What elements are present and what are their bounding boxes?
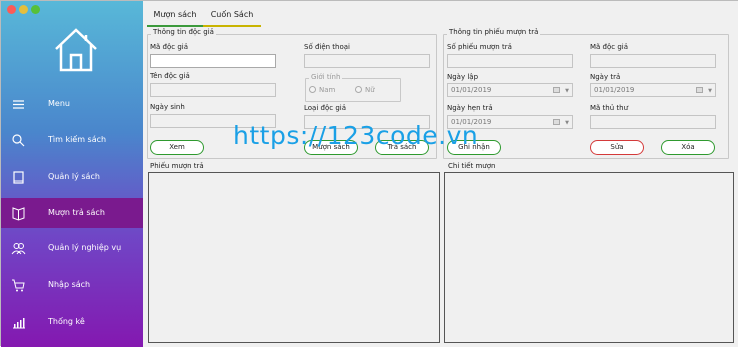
- app-window: Menu Tìm kiếm sách Quản lý sách Mượn trả…: [0, 0, 738, 347]
- loan-reader-id-label: Mã độc giả: [590, 43, 629, 51]
- edit-button[interactable]: Sửa: [590, 140, 644, 155]
- sidebar-item-import-books[interactable]: Nhập sách: [1, 270, 143, 300]
- phone-input[interactable]: [304, 54, 430, 68]
- librarian-id-input[interactable]: [590, 115, 716, 129]
- calendar-icon: [696, 87, 703, 93]
- reader-id-input[interactable]: [150, 54, 276, 68]
- cart-icon: [11, 278, 26, 293]
- sidebar-item-search-books[interactable]: Tìm kiếm sách: [1, 125, 143, 155]
- sidebar-item-menu[interactable]: Menu: [1, 89, 143, 119]
- sidebar: Menu Tìm kiếm sách Quản lý sách Mượn trả…: [1, 1, 143, 347]
- loan-details-grid[interactable]: [444, 172, 734, 343]
- reader-type-label: Loại độc giả: [304, 104, 346, 112]
- sidebar-item-label: Nhập sách: [48, 280, 91, 289]
- birth-date-label: Ngày sinh: [150, 103, 185, 111]
- open-book-icon: [11, 206, 26, 221]
- return-date-label: Ngày trả: [590, 73, 621, 81]
- loan-slips-label: Phiếu mượn trả: [150, 162, 204, 170]
- reader-id-label: Mã độc giả: [150, 43, 189, 51]
- chevron-down-icon: ▼: [565, 88, 569, 94]
- search-icon: [11, 133, 26, 148]
- sidebar-item-operations[interactable]: Quản lý nghiệp vụ: [1, 233, 143, 263]
- gender-female-label: Nữ: [365, 86, 375, 94]
- sidebar-item-borrow-return[interactable]: Mượn trả sách: [1, 198, 143, 228]
- view-button[interactable]: Xem: [150, 140, 204, 155]
- sidebar-item-manage-books[interactable]: Quản lý sách: [1, 162, 143, 192]
- gender-male-radio[interactable]: Nam: [309, 86, 335, 94]
- librarian-id-label: Mã thủ thư: [590, 104, 629, 112]
- loan-details-label: Chi tiết mượn: [448, 162, 496, 170]
- gender-label: Giới tính: [309, 73, 343, 81]
- loan-slips-grid[interactable]: [148, 172, 440, 343]
- sidebar-item-label: Quản lý nghiệp vụ: [48, 243, 122, 252]
- created-date-label: Ngày lập: [447, 73, 479, 81]
- sidebar-item-label: Tìm kiếm sách: [48, 135, 107, 144]
- tab-borrow-books[interactable]: Mượn sách: [147, 5, 203, 27]
- return-date-value: 01/01/2019: [594, 86, 635, 94]
- calendar-icon: [553, 119, 560, 125]
- reader-info-title: Thông tin độc giả: [151, 28, 216, 36]
- loan-info-title: Thông tin phiếu mượn trả: [447, 28, 541, 36]
- gender-male-label: Nam: [319, 86, 336, 94]
- chevron-down-icon: ▼: [565, 120, 569, 126]
- gender-female-radio[interactable]: Nữ: [355, 86, 375, 94]
- sidebar-item-label: Mượn trả sách: [48, 208, 105, 217]
- book-icon: [11, 170, 26, 185]
- home-icon[interactable]: [53, 27, 99, 73]
- sidebar-item-label: Quản lý sách: [48, 172, 100, 181]
- created-date-value: 01/01/2019: [451, 86, 492, 94]
- delete-button[interactable]: Xóa: [661, 140, 715, 155]
- minimize-window-button[interactable]: [19, 5, 28, 14]
- watermark-text: https://123code.vn: [233, 121, 479, 150]
- return-date-picker[interactable]: 01/01/2019 ▼: [590, 83, 716, 97]
- bar-chart-icon: [11, 315, 26, 330]
- users-icon: [11, 241, 26, 256]
- reader-name-input[interactable]: [150, 83, 276, 97]
- maximize-window-button[interactable]: [31, 5, 40, 14]
- hamburger-icon: [11, 97, 26, 112]
- sidebar-item-label: Menu: [48, 99, 70, 108]
- sidebar-item-label: Thống kê: [48, 317, 85, 326]
- reader-name-label: Tên độc giả: [150, 72, 190, 80]
- due-date-label: Ngày hẹn trả: [447, 104, 493, 112]
- chevron-down-icon: ▼: [708, 88, 712, 94]
- loan-reader-id-input[interactable]: [590, 54, 716, 68]
- created-date-picker[interactable]: 01/01/2019 ▼: [447, 83, 573, 97]
- tab-book-copies[interactable]: Cuốn Sách: [203, 5, 261, 27]
- main-area: Mượn sách Cuốn Sách Thông tin độc giả Mã…: [143, 1, 738, 347]
- close-window-button[interactable]: [7, 5, 16, 14]
- sidebar-item-statistics[interactable]: Thống kê: [1, 307, 143, 337]
- loan-number-label: Số phiếu mượn trả: [447, 43, 512, 51]
- calendar-icon: [553, 87, 560, 93]
- phone-label: Số điện thoại: [304, 43, 351, 51]
- loan-number-input[interactable]: [447, 54, 573, 68]
